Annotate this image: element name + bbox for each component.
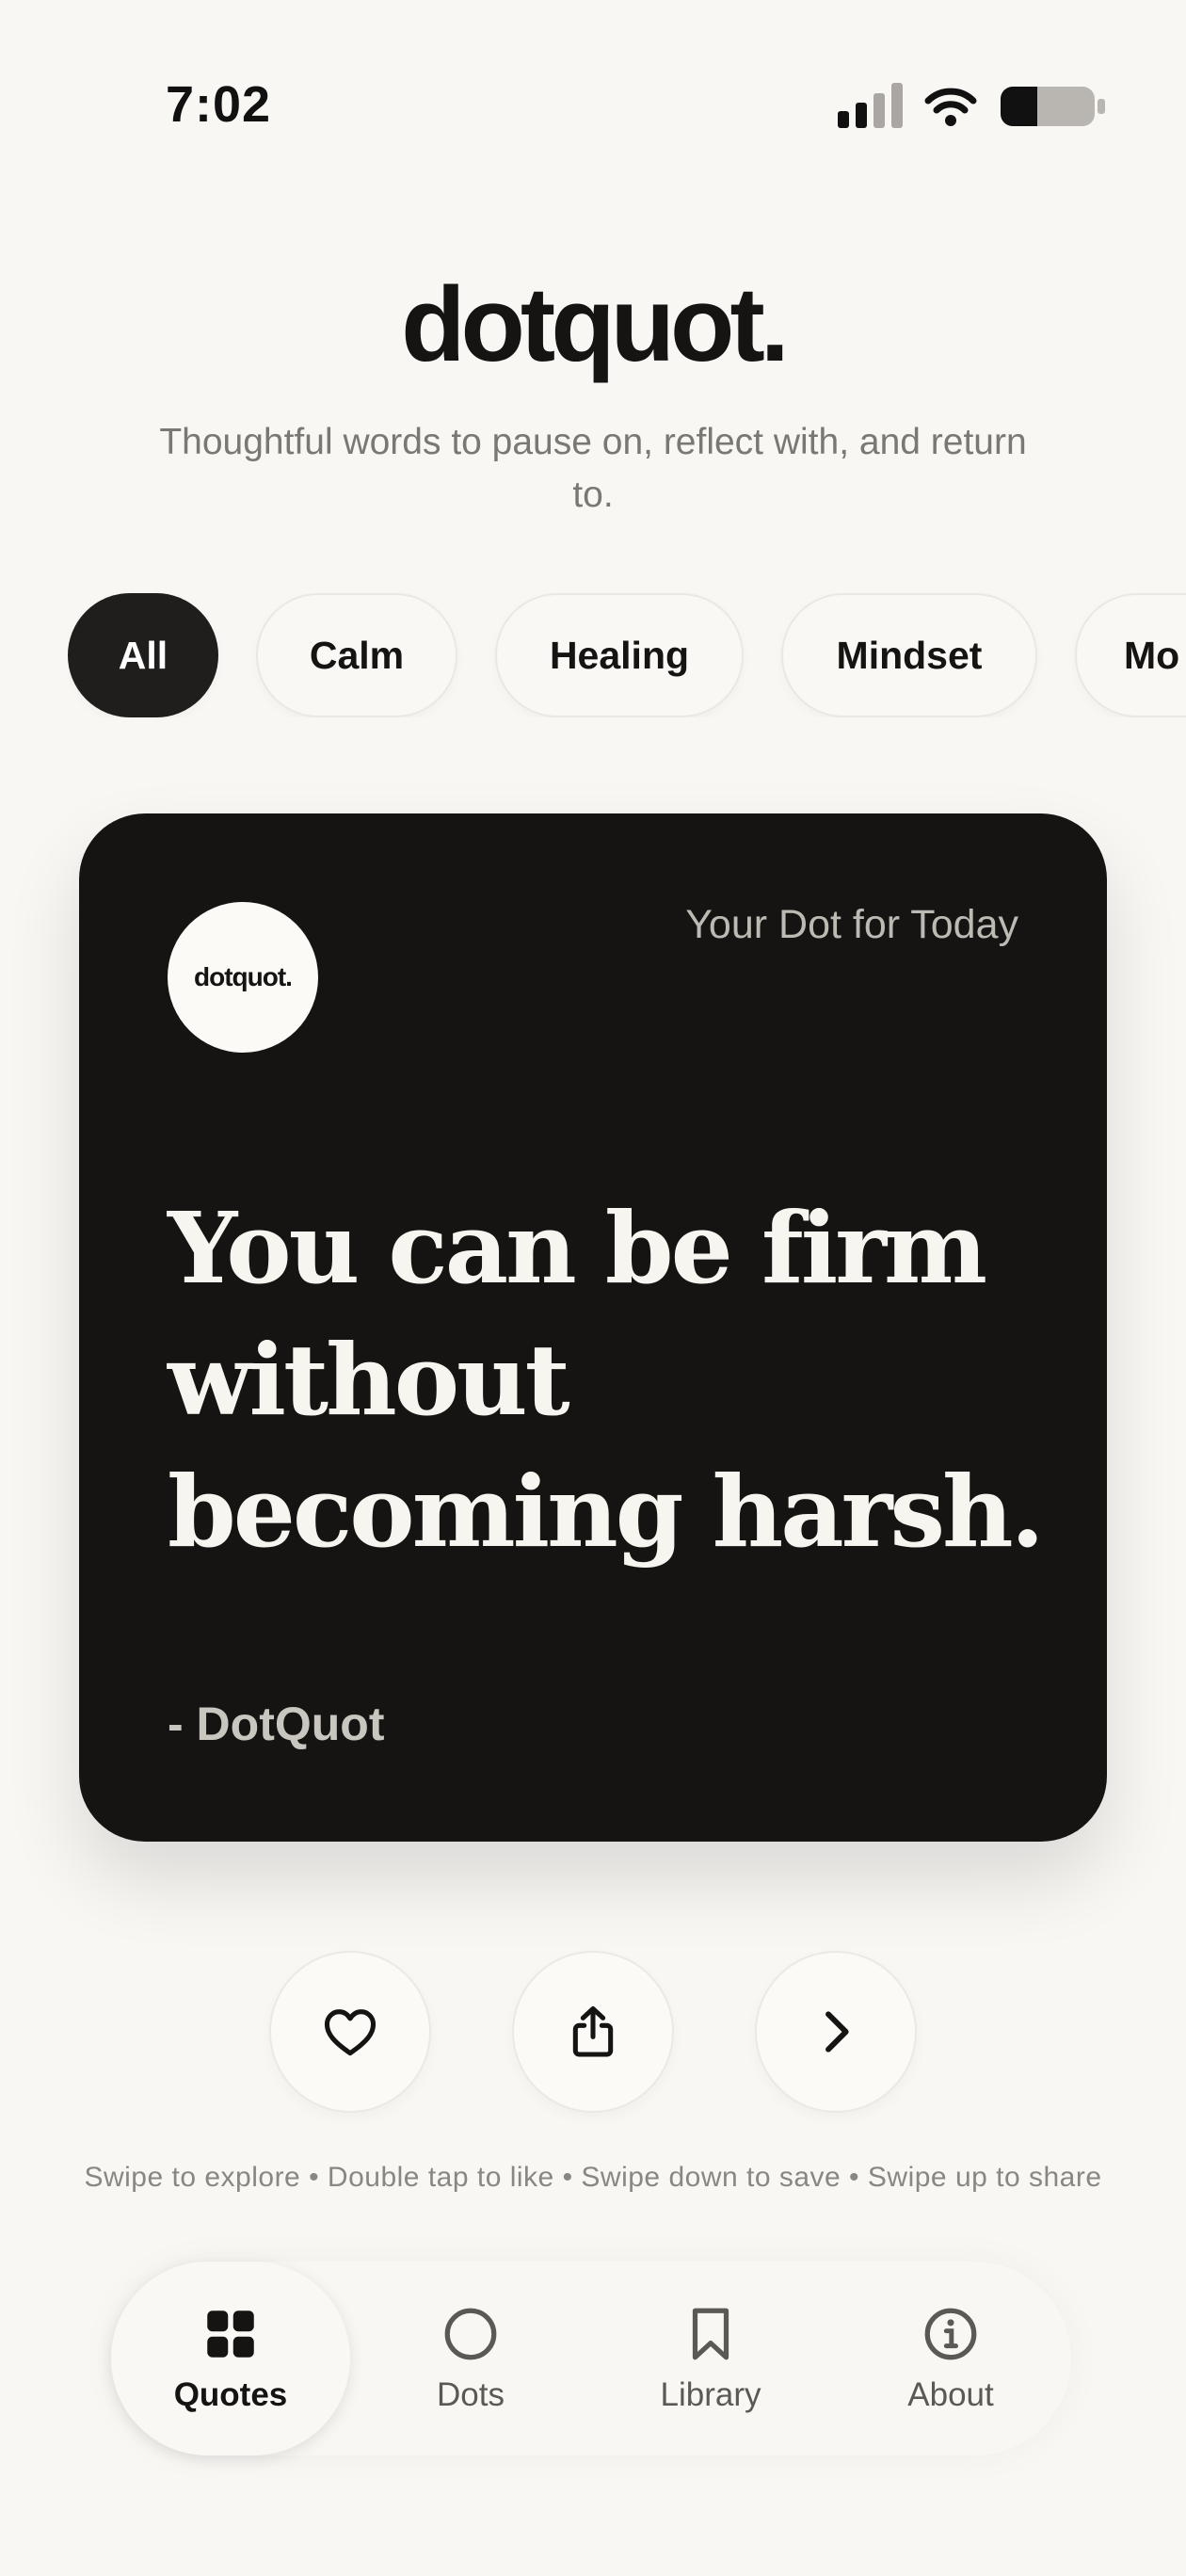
tab-bar: Quotes Dots Library About bbox=[111, 2262, 1071, 2455]
brand-name: dotquot bbox=[401, 266, 765, 383]
chip-label: Calm bbox=[309, 633, 405, 677]
brand-logo: dotquot. bbox=[0, 264, 1186, 385]
grid-icon bbox=[207, 2310, 254, 2358]
quote-text: You can be firm without becoming harsh. bbox=[168, 1190, 1045, 1570]
tab-about[interactable]: About bbox=[831, 2262, 1070, 2455]
quote-author: - DotQuot bbox=[168, 1698, 385, 1750]
heart-icon bbox=[324, 2009, 377, 2056]
next-button[interactable] bbox=[755, 1951, 917, 2113]
like-button[interactable] bbox=[269, 1951, 431, 2113]
chip-calm[interactable]: Calm bbox=[256, 593, 457, 717]
tagline: Thoughtful words to pause on, reflect wi… bbox=[159, 422, 1027, 515]
bookmark-icon bbox=[692, 2308, 729, 2360]
chevron-right-icon bbox=[825, 2011, 849, 2053]
gesture-hint: Swipe to explore • Double tap to like • … bbox=[84, 2162, 1102, 2193]
chip-label: Mindset bbox=[836, 633, 983, 677]
category-chips: All Calm Healing Mindset Mo bbox=[68, 593, 1186, 717]
chip-more[interactable]: Mo bbox=[1075, 593, 1186, 717]
card-label: Your Dot for Today bbox=[685, 902, 1018, 947]
brand-dot: . bbox=[760, 266, 790, 383]
tab-label: Quotes bbox=[173, 2376, 288, 2413]
chip-label: All bbox=[118, 633, 168, 677]
circle-icon bbox=[444, 2308, 497, 2360]
chip-label: Mo bbox=[1124, 633, 1180, 677]
chip-label: Healing bbox=[549, 633, 690, 677]
tab-label: Dots bbox=[437, 2376, 505, 2413]
tab-quotes[interactable]: Quotes bbox=[111, 2262, 350, 2455]
chip-mindset[interactable]: Mindset bbox=[781, 593, 1037, 717]
quote-card[interactable]: dotquot. Your Dot for Today You can be f… bbox=[79, 813, 1107, 1842]
battery-icon bbox=[1001, 87, 1105, 126]
chip-healing[interactable]: Healing bbox=[495, 593, 744, 717]
info-icon bbox=[924, 2308, 977, 2360]
tab-label: About bbox=[907, 2376, 994, 2413]
signal-icon bbox=[838, 83, 903, 128]
wifi-icon bbox=[924, 88, 977, 126]
share-icon bbox=[572, 2005, 614, 2057]
share-button[interactable] bbox=[512, 1951, 674, 2113]
chip-all[interactable]: All bbox=[68, 593, 218, 717]
tab-dots[interactable]: Dots bbox=[351, 2262, 590, 2455]
card-logo-badge: dotquot. bbox=[168, 902, 318, 1053]
tab-library[interactable]: Library bbox=[591, 2262, 830, 2455]
status-time: 7:02 bbox=[166, 76, 272, 133]
tab-label: Library bbox=[660, 2376, 761, 2413]
